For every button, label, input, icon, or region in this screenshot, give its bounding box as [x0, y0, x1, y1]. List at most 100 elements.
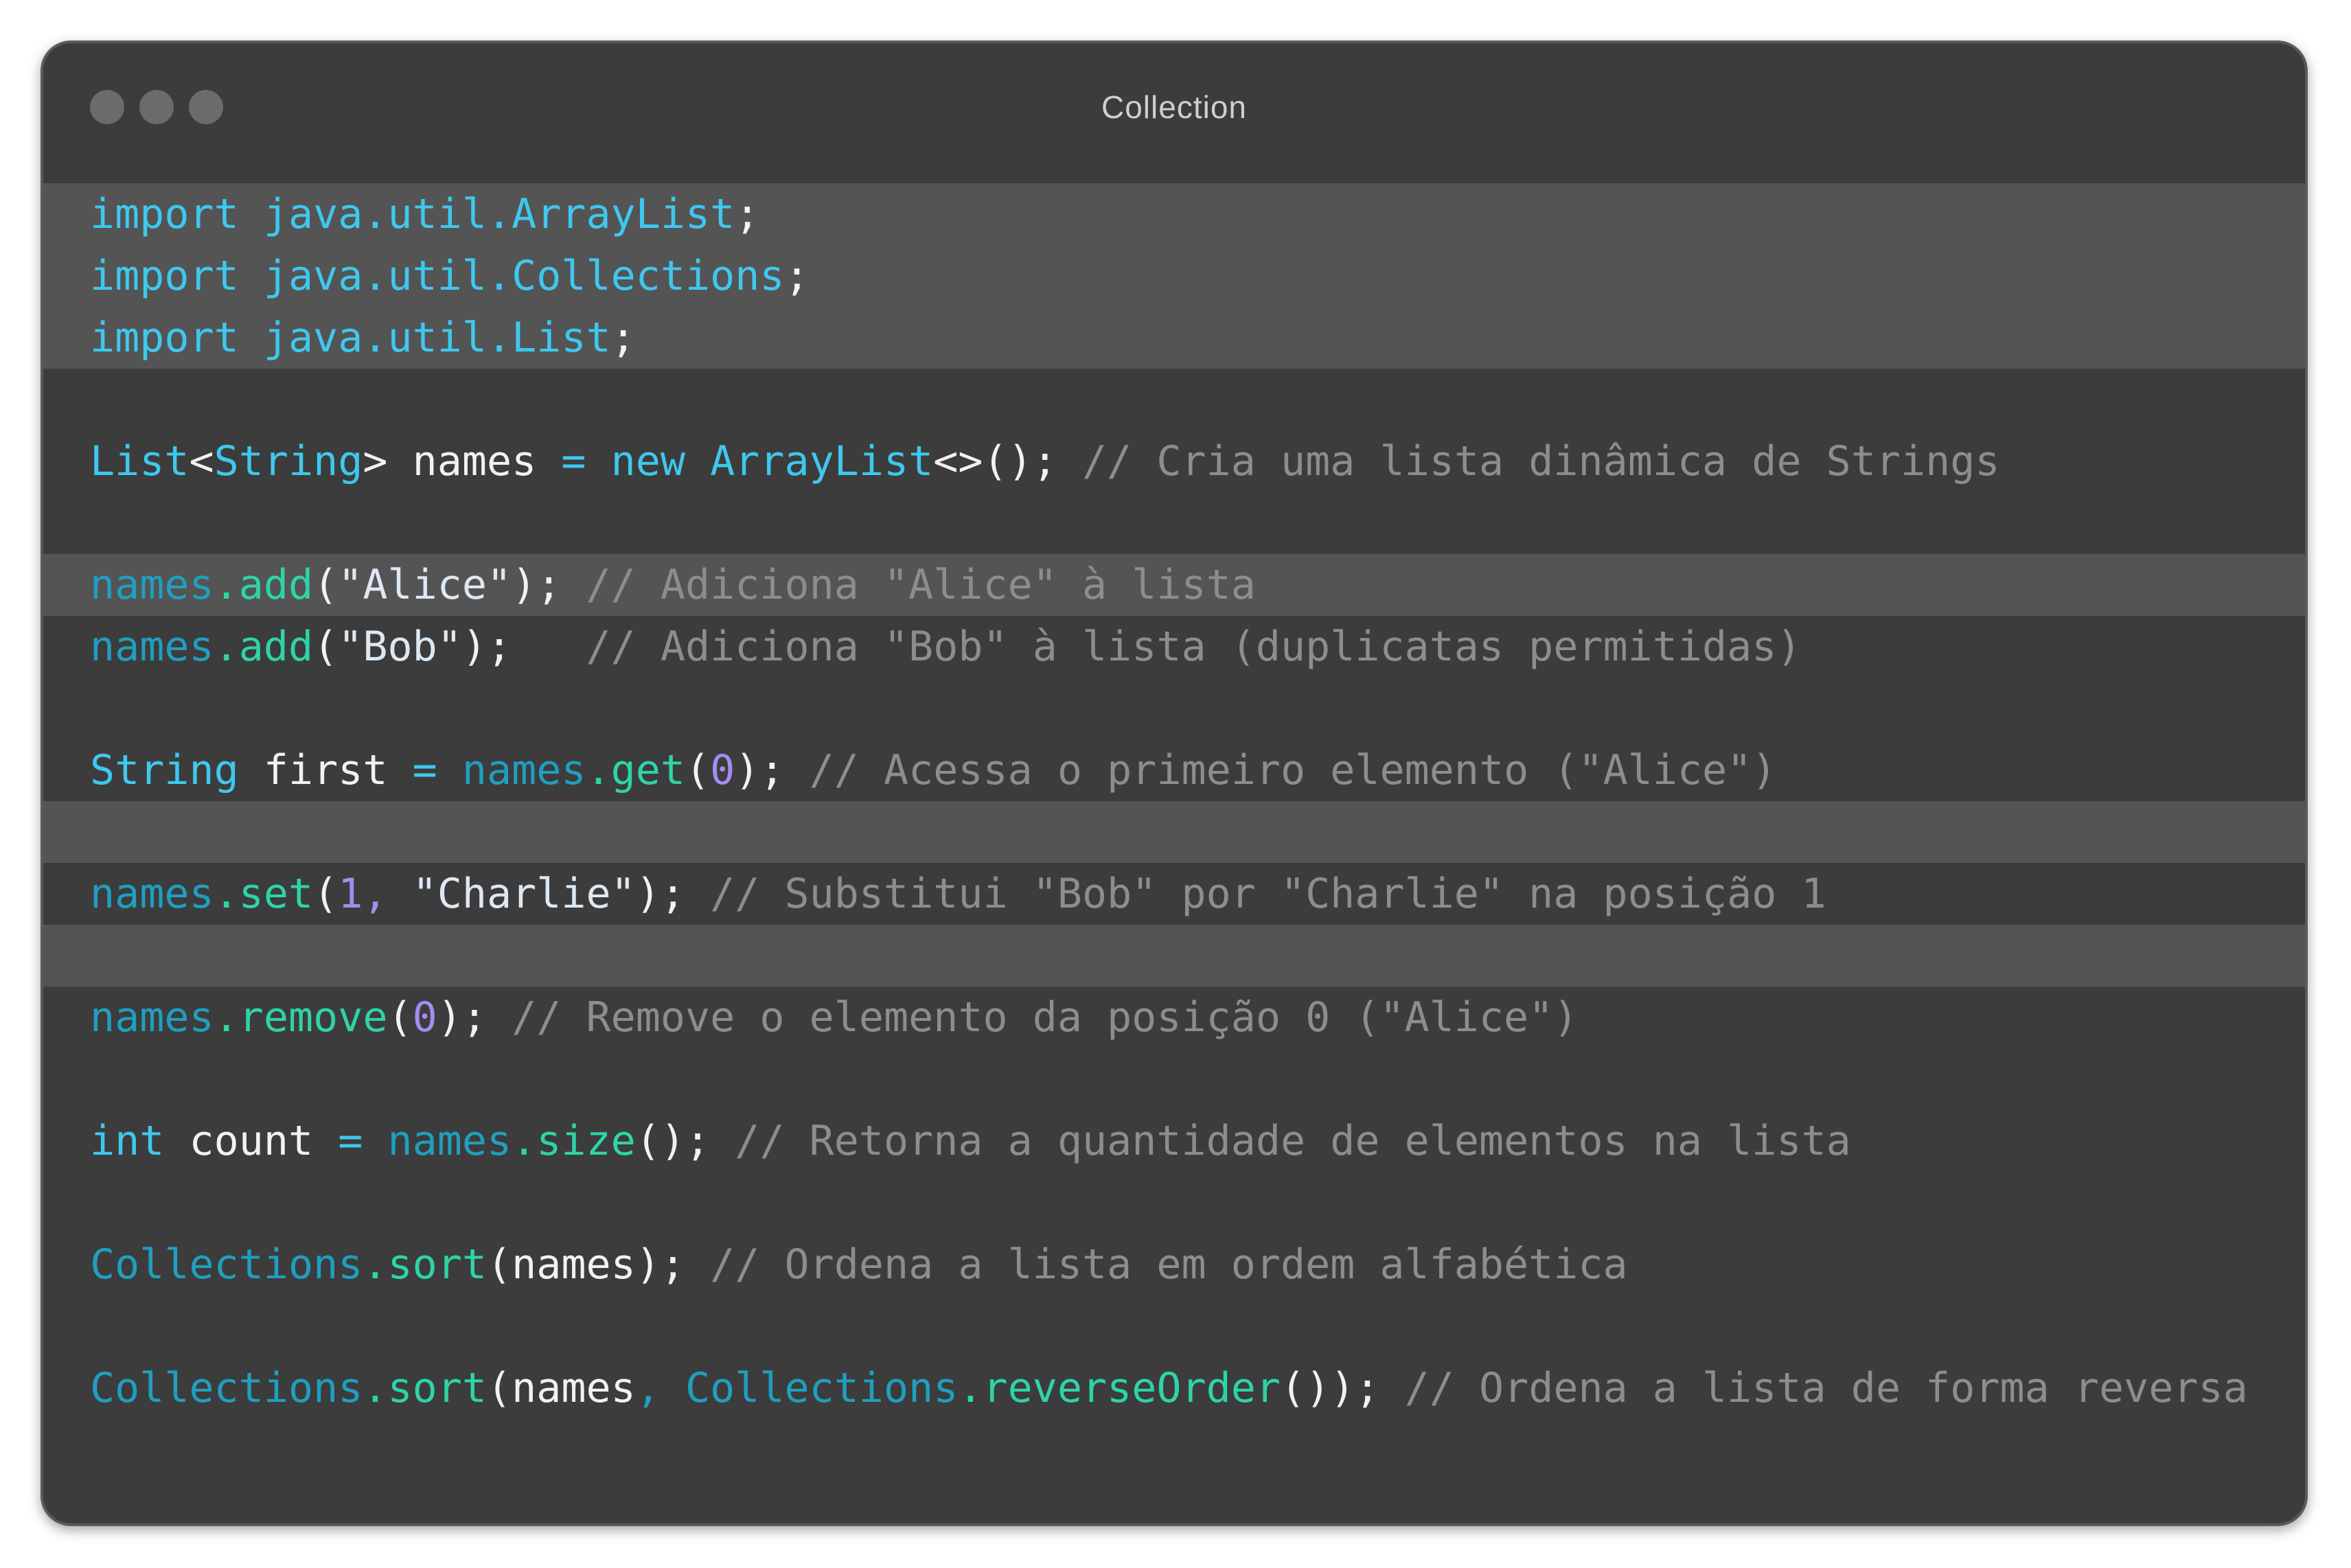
package-name: java.util.ArrayList: [263, 190, 735, 238]
punctuation: .: [214, 561, 239, 609]
variable-name: first: [263, 746, 388, 794]
code-line-declaration: List<String> names = new ArrayList<>(); …: [43, 430, 2305, 492]
string-literal: "Bob": [338, 623, 462, 671]
object-name: Collections: [685, 1364, 959, 1412]
object-name: names: [90, 993, 214, 1041]
type-name: List: [90, 437, 190, 485]
code-comment: // Remove o elemento da posição 0 ("Alic…: [512, 993, 1579, 1041]
punctuation: (: [486, 1364, 512, 1412]
punctuation: );: [461, 623, 512, 671]
punctuation: (: [313, 561, 339, 609]
punctuation: );: [635, 1241, 685, 1289]
punctuation: ();: [635, 1117, 711, 1165]
keyword: import: [90, 252, 239, 300]
code-line-import-list: import java.util.List;: [43, 307, 2305, 369]
method-name: sort: [387, 1364, 487, 1412]
code-comment: // Adiciona "Bob" à lista (duplicatas pe…: [586, 623, 1802, 671]
package-name: java.util.List: [263, 314, 611, 362]
punctuation: ,: [363, 870, 388, 918]
code-editor[interactable]: import java.util.ArrayList; import java.…: [43, 183, 2305, 1419]
keyword: new: [610, 437, 685, 485]
code-comment: // Retorna a quantidade de elementos na …: [735, 1117, 1851, 1165]
punctuation: <: [189, 437, 214, 485]
variable-name: count: [189, 1117, 314, 1165]
title-bar: Collection: [43, 43, 2305, 183]
code-line-sort-reverse: Collections.sort(names, Collections.reve…: [43, 1357, 2305, 1419]
punctuation: ,: [635, 1364, 661, 1412]
code-line-blank: [43, 925, 2305, 987]
punctuation: .: [958, 1364, 983, 1412]
variable-name: names: [512, 1364, 636, 1412]
type-name: ArrayList: [710, 437, 934, 485]
method-name: add: [238, 623, 314, 671]
punctuation: );: [635, 870, 685, 918]
number-literal: 0: [412, 993, 437, 1041]
method-name: get: [610, 746, 685, 794]
number-literal: 1: [338, 870, 363, 918]
type-name: String: [214, 437, 363, 485]
punctuation: (: [387, 993, 413, 1041]
punctuation: ;: [610, 314, 636, 362]
punctuation: ;: [784, 252, 810, 300]
punctuation: (: [313, 870, 339, 918]
code-line-remove: names.remove(0); // Remove o elemento da…: [43, 987, 2305, 1048]
punctuation: .: [214, 993, 239, 1041]
punctuation: (: [486, 1241, 512, 1289]
method-name: remove: [238, 993, 388, 1041]
variable-name: names: [512, 1241, 636, 1289]
method-name: size: [536, 1117, 636, 1165]
code-comment: // Ordena a lista em ordem alfabética: [710, 1241, 1628, 1289]
object-name: names: [90, 623, 214, 671]
method-name: reverseOrder: [983, 1364, 1281, 1412]
code-line-size: int count = names.size(); // Retorna a q…: [43, 1110, 2305, 1172]
punctuation: .: [214, 623, 239, 671]
object-name: names: [461, 746, 586, 794]
code-line-import-collections: import java.util.Collections;: [43, 245, 2305, 307]
punctuation: .: [586, 746, 611, 794]
type-name: int: [90, 1117, 165, 1165]
code-comment: // Substitui "Bob" por "Charlie" na posi…: [710, 870, 1826, 918]
string-literal: "Alice": [338, 561, 512, 609]
punctuation: .: [363, 1364, 388, 1412]
method-name: add: [238, 561, 314, 609]
punctuation: .: [363, 1241, 388, 1289]
code-comment: // Ordena a lista de forma reversa: [1404, 1364, 2248, 1412]
code-line-import-arraylist: import java.util.ArrayList;: [43, 183, 2305, 245]
punctuation: (: [685, 746, 711, 794]
object-name: Collections: [90, 1364, 363, 1412]
type-name: String: [90, 746, 239, 794]
punctuation: .: [214, 870, 239, 918]
punctuation: (: [313, 623, 339, 671]
punctuation: ());: [1280, 1364, 1380, 1412]
keyword: import: [90, 190, 239, 238]
keyword: import: [90, 314, 239, 362]
code-comment: // Acessa o primeiro elemento ("Alice"): [809, 746, 1777, 794]
punctuation: );: [437, 993, 487, 1041]
code-line-get: String first = names.get(0); // Acessa o…: [43, 739, 2305, 801]
number-literal: 0: [710, 746, 735, 794]
operator: =: [561, 437, 586, 485]
punctuation: <>();: [933, 437, 1057, 485]
operator: =: [338, 1117, 363, 1165]
string-literal: "Charlie": [412, 870, 636, 918]
code-window: Collection import java.util.ArrayList; i…: [41, 41, 2308, 1526]
method-name: sort: [387, 1241, 487, 1289]
object-name: names: [90, 870, 214, 918]
code-line-add-bob: names.add("Bob"); // Adiciona "Bob" à li…: [43, 616, 2305, 678]
code-line-add-alice: names.add("Alice"); // Adiciona "Alice" …: [43, 554, 2305, 616]
operator: =: [412, 746, 437, 794]
object-name: names: [90, 561, 214, 609]
code-comment: // Cria uma lista dinâmica de Strings: [1081, 437, 2000, 485]
package-name: java.util.Collections: [263, 252, 785, 300]
code-line-set: names.set(1, "Charlie"); // Substitui "B…: [43, 863, 2305, 925]
object-name: names: [387, 1117, 512, 1165]
punctuation: ;: [735, 190, 760, 238]
method-name: set: [238, 870, 314, 918]
